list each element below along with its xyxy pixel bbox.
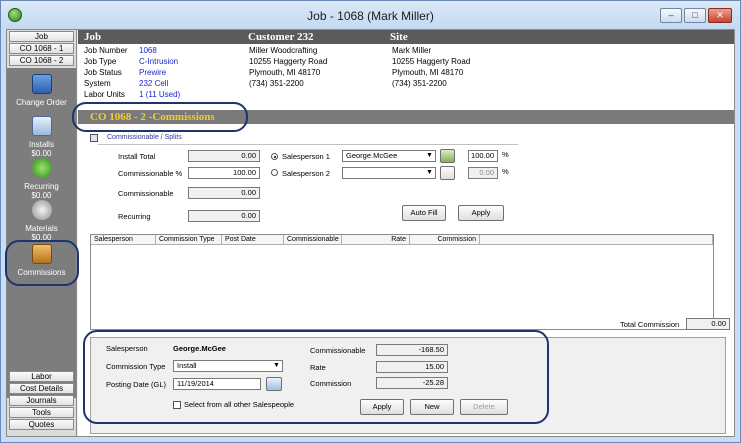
- sidebar-item-label: Recurring: [24, 182, 59, 191]
- chevron-down-icon: ▼: [426, 169, 433, 176]
- salesperson-1-pct-input[interactable]: 100.00: [468, 150, 498, 162]
- salesperson-1-value: George.McGee: [346, 151, 398, 160]
- auto-fill-button[interactable]: Auto Fill: [402, 205, 446, 221]
- site-name: Mark Miller: [392, 46, 432, 55]
- salesperson-1-lookup-button[interactable]: [440, 149, 455, 163]
- client-area: Job CO 1068 - 1 CO 1068 - 2 Change Order…: [5, 29, 735, 437]
- tab-tools[interactable]: Tools: [9, 407, 74, 418]
- highlight-ring: [5, 240, 79, 286]
- pct-sign: %: [502, 150, 509, 159]
- sidebar-icon-panel: Change Order Installs $0.00 Recurring $0…: [7, 68, 76, 398]
- salesperson-1-label: Salesperson 1: [282, 152, 330, 161]
- tab-labor[interactable]: Labor: [9, 371, 74, 382]
- install-total-field: 0.00: [188, 150, 260, 162]
- maximize-button[interactable]: □: [684, 8, 706, 23]
- column-header-filler: [480, 235, 713, 245]
- gear-icon: [32, 200, 52, 220]
- column-header-commission-type[interactable]: Commission Type: [156, 235, 222, 245]
- close-button[interactable]: ✕: [708, 8, 732, 23]
- customer-header: Customer 232: [242, 30, 384, 44]
- tab-cost-details[interactable]: Cost Details: [9, 383, 74, 394]
- recurring-label: Recurring: [118, 212, 151, 221]
- job-number-link[interactable]: 1068: [139, 46, 157, 55]
- customer-name: Miller Woodcrafting: [249, 46, 318, 55]
- column-header-commissionable[interactable]: Commissionable: [284, 235, 342, 245]
- site-phone: (734) 351-2200: [392, 79, 447, 88]
- commissionable-pct-label: Commissionable %: [118, 169, 183, 178]
- commissionable-label: Commissionable: [118, 189, 174, 198]
- minimize-button[interactable]: –: [660, 8, 682, 23]
- commissionable-pct-input[interactable]: 100.00: [188, 167, 260, 179]
- commissions-table[interactable]: Salesperson Commission Type Post Date Co…: [90, 234, 714, 330]
- application-window: Job - 1068 (Mark Miller) – □ ✕ Job CO 10…: [0, 0, 741, 443]
- sidebar: Job CO 1068 - 1 CO 1068 - 2 Change Order…: [7, 30, 77, 436]
- column-header-rate[interactable]: Rate: [342, 235, 410, 245]
- sidebar-item-label: Installs: [29, 140, 54, 149]
- commissionable-field: 0.00: [188, 187, 260, 199]
- site-header: Site: [384, 30, 734, 44]
- install-total-label: Install Total: [118, 152, 156, 161]
- salesperson-2-select[interactable]: ▼: [342, 167, 436, 179]
- tab-co-1068-1[interactable]: CO 1068 - 1: [9, 43, 74, 54]
- job-status-value: Prewire: [139, 68, 167, 77]
- job-status-label: Job Status: [84, 68, 122, 77]
- highlight-ring: [83, 330, 549, 424]
- sidebar-item-label: Materials: [25, 224, 58, 233]
- salesperson-2-label: Salesperson 2: [282, 169, 330, 178]
- tab-commissionable-splits[interactable]: Commissionable / Splits: [107, 134, 182, 141]
- column-header-salesperson[interactable]: Salesperson: [91, 235, 156, 245]
- sidebar-item-label: Change Order: [16, 98, 67, 107]
- total-commission-label: Total Commission: [620, 320, 680, 329]
- labor-units-value: 1 (11 Used): [139, 90, 181, 99]
- apply-splits-button[interactable]: Apply: [458, 205, 504, 221]
- window-title: Job - 1068 (Mark Miller): [307, 9, 434, 23]
- salesperson-2-pct-input[interactable]: 0.00: [468, 167, 498, 179]
- total-commission-field: 0.00: [686, 318, 730, 330]
- title-bar: Job - 1068 (Mark Miller) – □ ✕: [1, 1, 740, 29]
- site-address: Mark Miller 10255 Haggerty Road Plymouth…: [392, 45, 470, 89]
- change-order-icon: [32, 74, 52, 94]
- tab-quotes[interactable]: Quotes: [9, 419, 74, 430]
- site-street: 10255 Haggerty Road: [392, 57, 471, 66]
- customer-address: Miller Woodcrafting 10255 Haggerty Road …: [249, 45, 327, 89]
- system-link[interactable]: 232 Cell: [139, 79, 168, 88]
- salesperson-1-select[interactable]: George.McGee ▼: [342, 150, 436, 162]
- tab-divider: [98, 144, 518, 145]
- pct-sign: %: [502, 167, 509, 176]
- customer-street: 10255 Haggerty Road: [249, 57, 328, 66]
- column-header-commission[interactable]: Commission: [410, 235, 480, 245]
- recurring-icon: [32, 158, 52, 178]
- job-info: Job Number 1068 Job Type C-Intrusion Job S…: [84, 45, 180, 100]
- main-panel: Job Customer 232 Site Job Number 1068 Job…: [72, 30, 734, 436]
- salesperson-2-radio[interactable]: [271, 169, 278, 176]
- salesperson-1-radio[interactable]: [271, 153, 278, 160]
- job-number-label: Job Number: [84, 46, 128, 55]
- job-type-label: Job Type: [84, 57, 117, 66]
- customer-city: Plymouth, MI 48170: [249, 68, 321, 77]
- tab-job[interactable]: Job: [9, 31, 74, 42]
- tab-co-1068-2[interactable]: CO 1068 - 2: [9, 55, 74, 66]
- recurring-field: 0.00: [188, 210, 260, 222]
- tab-journals[interactable]: Journals: [9, 395, 74, 406]
- job-type-value: C-Intrusion: [139, 57, 179, 66]
- job-header: Job: [78, 30, 242, 44]
- installs-icon: [32, 116, 52, 136]
- system-label: System: [84, 79, 111, 88]
- customer-phone: (734) 351-2200: [249, 79, 304, 88]
- section-tab-icon: [90, 134, 98, 142]
- chevron-down-icon: ▼: [426, 152, 433, 159]
- site-city: Plymouth, MI 48170: [392, 68, 464, 77]
- labor-units-label: Labor Units: [84, 90, 125, 99]
- highlight-ring: [72, 102, 248, 132]
- column-header-post-date[interactable]: Post Date: [222, 235, 284, 245]
- salesperson-2-lookup-button[interactable]: [440, 166, 455, 180]
